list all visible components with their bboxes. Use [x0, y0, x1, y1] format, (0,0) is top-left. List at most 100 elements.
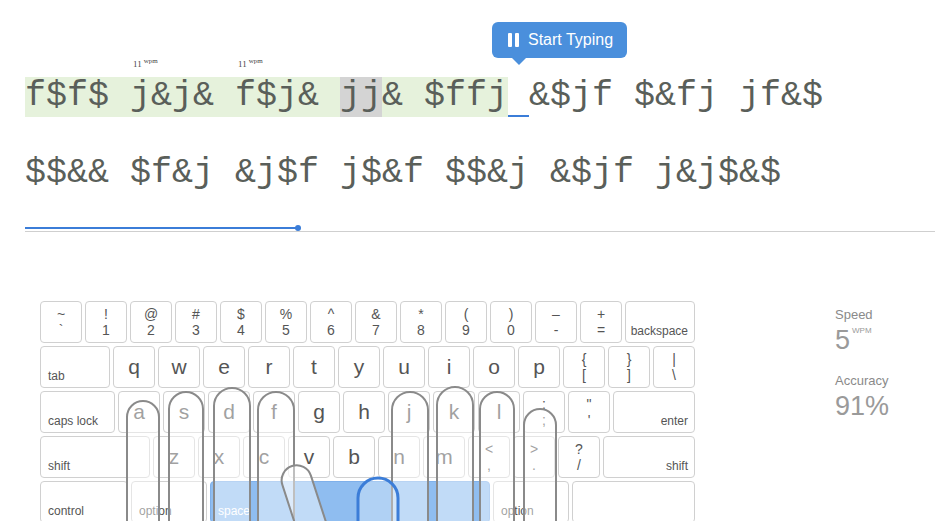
char: $: [634, 77, 655, 117]
char: $: [46, 77, 67, 117]
char: j: [340, 77, 361, 117]
key-shift-label: !: [104, 306, 108, 322]
char: $: [277, 154, 298, 192]
typing-text[interactable]: f$f$ 11wpmj&j& 11wpmf$j& jj& $ffj Start …: [0, 0, 948, 232]
text-line: $$&& $f&j &j$f j$&f $$&j &$jf j&j$&$: [25, 154, 935, 192]
char: j: [697, 77, 718, 117]
key-label: u: [398, 355, 410, 379]
stats-panel: Speed5WPMAccuracy91%: [835, 301, 889, 421]
key-shift-label: (: [464, 306, 469, 322]
text-line: f$f$ 11wpmj&j& 11wpmf$j& jj& $ffj Start …: [25, 77, 935, 117]
char: $: [760, 154, 781, 192]
char: j: [571, 77, 592, 117]
key-label: 7: [372, 322, 380, 338]
key: c: [243, 436, 285, 478]
key: g: [298, 391, 340, 433]
key-label: q: [128, 355, 140, 379]
key: e: [203, 346, 245, 388]
key: $4: [220, 301, 262, 343]
key: ?/: [558, 436, 600, 478]
char: $: [130, 154, 151, 192]
key: |\: [653, 346, 695, 388]
key: *8: [400, 301, 442, 343]
key: q: [113, 346, 155, 388]
key-label: ,: [487, 457, 491, 473]
key-shift-label: ^: [328, 306, 335, 322]
stat-value: 91%: [835, 391, 889, 421]
char: &: [487, 154, 508, 192]
char: j: [193, 154, 214, 192]
char: &: [193, 77, 214, 117]
key-shift-label: ): [509, 306, 514, 322]
char: j: [361, 77, 382, 117]
key-label: c: [259, 445, 270, 469]
keyboard-row: tabqwertyuiop{[}]|\: [40, 346, 695, 388]
char: &: [298, 77, 319, 117]
keyboard-row: shiftzxcvbnm<,>.?/shift: [40, 436, 695, 478]
key-shift-label: >: [530, 441, 538, 457]
char: $: [718, 154, 739, 192]
char: &: [739, 154, 760, 192]
word: $$&&: [25, 154, 109, 192]
word-space: [319, 77, 340, 117]
key-label: option: [501, 504, 534, 518]
key: >.: [513, 436, 555, 478]
key-shift-label: |: [672, 351, 676, 367]
finger-icon: [524, 409, 556, 521]
key: v: [288, 436, 330, 478]
char: j: [739, 77, 760, 117]
char: f: [613, 154, 634, 192]
key: }]: [608, 346, 650, 388]
key-label: s: [179, 400, 190, 424]
key: +=: [580, 301, 622, 343]
progress-track: [25, 227, 935, 232]
key-label: 3: [192, 322, 200, 338]
hands-illustration: [40, 301, 740, 521]
key-label: z: [169, 445, 180, 469]
key-label: f: [271, 400, 277, 424]
key: :;: [523, 391, 565, 433]
finger-icon: [480, 392, 514, 521]
char: j: [655, 154, 676, 192]
key: ^6: [310, 301, 352, 343]
stat: Accuracy91%: [835, 373, 889, 421]
char: f: [151, 154, 172, 192]
key: o: [473, 346, 515, 388]
key-label: space: [218, 504, 250, 518]
char: &: [235, 154, 256, 192]
stat-value: 5WPM: [835, 325, 889, 355]
key-label: [: [582, 367, 586, 383]
key: z: [153, 436, 195, 478]
key-label: \: [672, 367, 676, 383]
key-label: 9: [462, 322, 470, 338]
key-label: =: [597, 322, 605, 338]
key-shift-label: ~: [57, 306, 65, 322]
key: "': [568, 391, 610, 433]
key-label: `: [59, 322, 64, 338]
word: &$jf: [550, 154, 634, 192]
char: &: [382, 77, 403, 117]
key-label: x: [214, 445, 225, 469]
key-label: j: [407, 400, 412, 424]
key-label: -: [554, 322, 559, 338]
key: w: [158, 346, 200, 388]
key: [572, 481, 695, 521]
key-shift-label: –: [552, 306, 560, 322]
key: @2: [130, 301, 172, 343]
key-label: l: [497, 400, 502, 424]
char: j: [340, 154, 361, 192]
key: p: [518, 346, 560, 388]
finger-icon: [169, 392, 203, 521]
char: f: [445, 77, 466, 117]
char: f: [760, 77, 781, 117]
key-shift-label: $: [237, 306, 245, 322]
char: f: [676, 77, 697, 117]
typing-page: f$f$ 11wpmj&j& 11wpmf$j& jj& $ffj Start …: [0, 0, 948, 521]
key: t: [293, 346, 335, 388]
finger-icon: [392, 392, 428, 521]
start-typing-tooltip[interactable]: Start Typing: [492, 22, 627, 58]
char: &: [88, 154, 109, 192]
thumb-icon: [358, 478, 398, 521]
